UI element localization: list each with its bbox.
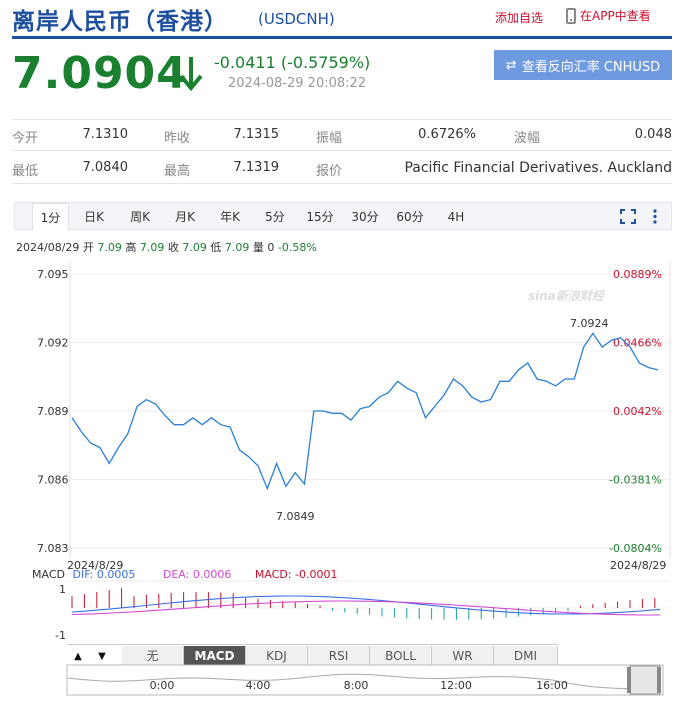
percent-axis-ticks: 0.0889%0.0466%0.0042%-0.0381%-0.0804% (609, 268, 662, 555)
timeline-label: 8:00 (344, 679, 369, 692)
info-vol-label: 量 (252, 241, 264, 254)
y-tick-label: 7.095 (37, 268, 69, 281)
quote-timestamp: 2024-08-29 20:08:22 (228, 76, 367, 91)
dif-line (71, 595, 661, 615)
wave-value: 0.048 (634, 127, 672, 142)
tab-60min[interactable]: 60分 (393, 203, 427, 230)
info-date: 2024/08/29 (16, 241, 80, 254)
tab-4h[interactable]: 4H (441, 203, 471, 230)
stats-mid-divider (12, 150, 672, 151)
tab-monthly[interactable]: 月K (170, 203, 200, 230)
info-close: 7.09 (182, 241, 207, 254)
macd-tick-top: 1 (59, 583, 66, 596)
macd-chart[interactable]: 1 -1 (0, 580, 678, 644)
tab-1min[interactable]: 1分 (32, 203, 69, 230)
tab-daily[interactable]: 日K (79, 203, 109, 230)
low-value: 7.0840 (82, 160, 129, 175)
high-value: 7.1319 (233, 160, 280, 175)
info-high: 7.09 (139, 241, 165, 254)
tab-5min[interactable]: 5分 (260, 203, 290, 230)
macd-date-right: 2024/8/29 (610, 559, 667, 572)
info-high-label: 高 (125, 241, 137, 254)
ohlc-info-bar: 2024/08/29 开 7.09 高 7.09 收 7.09 低 7.09 量… (16, 239, 317, 255)
period-tabs: 1分 日K 周K 月K 年K 5分 15分 30分 60分 4H (14, 202, 672, 230)
info-open-label: 开 (82, 241, 94, 254)
open-in-app-link[interactable]: 在APP中查看 (566, 7, 651, 24)
percent-tick-label: 0.0042% (613, 405, 662, 418)
timeline-label: 0:00 (150, 679, 175, 692)
stats-top-divider (12, 119, 672, 120)
add-watchlist-link[interactable]: 添加自选 (495, 9, 543, 26)
more-options-icon[interactable] (652, 208, 658, 225)
timeline-navigator[interactable]: 0:00 4:00 8:00 12:00 16:00 (0, 664, 678, 703)
header-divider (12, 36, 672, 39)
info-close-label: 收 (167, 241, 179, 254)
open-value: 7.1310 (82, 127, 129, 142)
navigator-left-handle[interactable] (627, 667, 631, 693)
reverse-rate-label: 查看反向汇率 CNHUSD (521, 59, 661, 75)
info-open: 7.09 (97, 241, 122, 254)
timeline-label: 16:00 (536, 679, 568, 692)
fullscreen-icon[interactable] (620, 209, 636, 224)
timeline-label: 12:00 (440, 679, 472, 692)
high-label: 最高 (164, 164, 191, 179)
tab-yearly[interactable]: 年K (215, 203, 245, 230)
info-change-pct: -0.58% (277, 241, 317, 254)
min-price-label: 7.0849 (276, 510, 315, 523)
open-label: 今开 (12, 131, 39, 146)
timeline-label: 4:00 (246, 679, 271, 692)
sina-watermark: sina新浪财经 (528, 289, 606, 303)
tab-15min[interactable]: 15分 (303, 203, 337, 230)
down-arrow-icon (179, 57, 203, 92)
page-title: 离岸人民币（香港） (12, 9, 228, 35)
y-tick-label: 7.092 (37, 337, 69, 350)
info-low: 7.09 (224, 241, 250, 254)
low-label: 最低 (12, 164, 39, 179)
reverse-rate-button[interactable]: ⇄ 查看反向汇率 CNHUSD (494, 50, 672, 80)
current-price: 7.0904 (12, 48, 188, 99)
wave-label: 波幅 (514, 131, 541, 146)
amplitude-value: 0.6726% (418, 127, 476, 142)
percent-tick-label: -0.0381% (609, 474, 662, 487)
price-chart[interactable]: 7.0957.0927.0897.0867.083 0.0889%0.0466%… (0, 258, 678, 560)
prev-close-value: 7.1315 (233, 127, 280, 142)
stats-bottom-divider (12, 183, 672, 184)
navigator-right-handle[interactable] (657, 667, 661, 693)
amplitude-label: 振幅 (316, 131, 343, 146)
y-tick-label: 7.086 (37, 474, 69, 487)
swap-icon: ⇄ (505, 57, 517, 73)
chart-gridlines (70, 273, 670, 549)
tab-30min[interactable]: 30分 (348, 203, 382, 230)
open-in-app-label: 在APP中查看 (580, 9, 651, 23)
prev-close-label: 昨收 (164, 131, 191, 146)
max-price-label: 7.0924 (570, 317, 609, 330)
macd-tick-bottom: -1 (55, 629, 66, 642)
y-tick-label: 7.083 (37, 542, 69, 555)
y-axis-ticks: 7.095 7.092 7.089 7.086 7.083 (37, 268, 69, 555)
ticker-symbol: (USDCNH) (258, 10, 335, 28)
percent-tick-label: 0.0889% (613, 268, 662, 281)
quote-source: Pacific Financial Derivatives. Auckland (404, 160, 672, 176)
navigator-window[interactable] (629, 665, 661, 695)
quote-label: 报价 (316, 164, 343, 179)
info-vol: 0 (267, 241, 275, 254)
tab-weekly[interactable]: 周K (125, 203, 155, 230)
info-low-label: 低 (210, 241, 222, 254)
percent-tick-label: -0.0804% (609, 542, 662, 555)
y-tick-label: 7.089 (37, 405, 69, 418)
price-change: -0.0411 (-0.5759%) (214, 53, 371, 72)
phone-icon (566, 7, 576, 24)
